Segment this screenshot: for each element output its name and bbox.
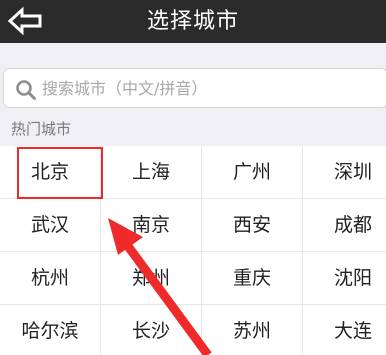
- city-cell-shanghai[interactable]: 上海: [101, 146, 202, 199]
- city-cell-shenyang[interactable]: 沈阳: [303, 252, 386, 305]
- header-bar: 选择城市: [0, 0, 386, 43]
- page-title: 选择城市: [146, 9, 239, 34]
- hot-cities-label: 热门城市: [11, 120, 72, 138]
- city-cell-nanjing[interactable]: 南京: [101, 199, 202, 252]
- city-cell-chongqing[interactable]: 重庆: [202, 252, 303, 305]
- city-cell-beijing[interactable]: 北京: [0, 146, 101, 199]
- city-cell-harbin[interactable]: 哈尔滨: [0, 305, 101, 355]
- city-cell-zhengzhou[interactable]: 郑州: [101, 252, 202, 305]
- city-cell-dalian[interactable]: 大连: [303, 305, 386, 355]
- city-cell-suzhou[interactable]: 苏州: [202, 305, 303, 355]
- city-cell-shenzhen[interactable]: 深圳: [303, 146, 386, 199]
- city-cell-wuhan[interactable]: 武汉: [0, 199, 101, 252]
- search-placeholder: 搜索城市（中文/拼音）: [42, 79, 208, 98]
- search-input[interactable]: 搜索城市（中文/拼音）: [3, 68, 386, 108]
- city-cell-chengdu[interactable]: 成都: [303, 199, 386, 252]
- hot-cities-grid: 北京 上海 广州 深圳 武汉 南京 西安 成都 杭州 郑州 重庆 沈阳 哈尔滨 …: [0, 146, 386, 355]
- city-cell-hangzhou[interactable]: 杭州: [0, 252, 101, 305]
- city-cell-xian[interactable]: 西安: [202, 199, 303, 252]
- city-cell-changsha[interactable]: 长沙: [101, 305, 202, 355]
- search-icon: [16, 80, 36, 100]
- city-cell-guangzhou[interactable]: 广州: [202, 146, 303, 199]
